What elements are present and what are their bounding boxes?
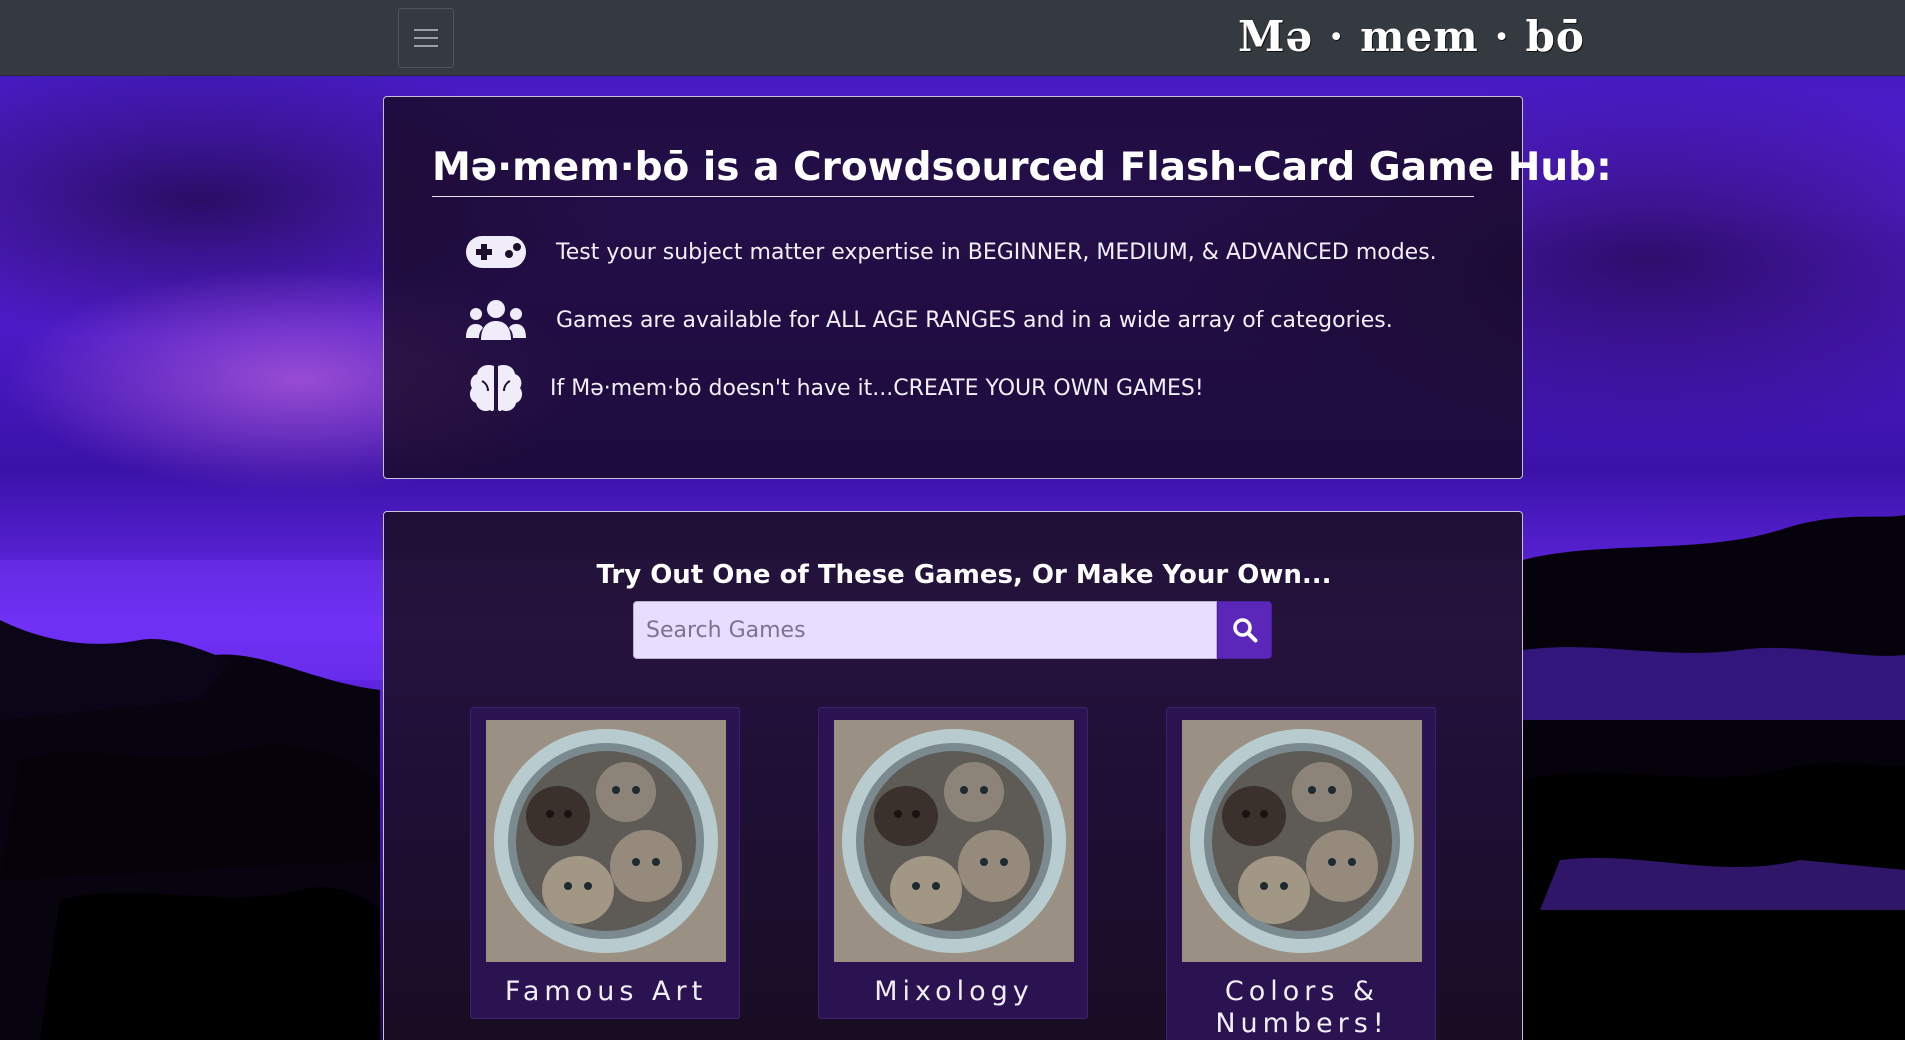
game-card-label: Famous Art — [504, 976, 708, 1007]
game-card-colors-numbers[interactable]: Colors & Numbers! — [1166, 707, 1436, 1040]
game-card-famous-art[interactable]: Famous Art — [470, 707, 740, 1019]
users-icon — [464, 295, 528, 345]
feature-text: Test your subject matter expertise in BE… — [556, 239, 1437, 265]
game-card-label: Mixology — [874, 976, 1034, 1007]
hamburger-menu-icon-bar — [414, 45, 438, 47]
gamepad-icon — [464, 227, 528, 277]
kittens-in-bucket-image — [486, 720, 726, 962]
games-card: Try Out One of These Games, Or Make Your… — [383, 511, 1523, 1040]
hamburger-menu-icon-bar — [414, 37, 438, 39]
feature-text: If Mə·mem·bō doesn't have it...CREATE YO… — [550, 375, 1204, 401]
brand-logo-link[interactable]: Mə · mem · bō — [1238, 12, 1584, 66]
feature-item-create: If Mə·mem·bō doesn't have it...CREATE YO… — [464, 363, 1204, 413]
feature-item-modes: Test your subject matter expertise in BE… — [464, 227, 1437, 277]
about-card: Mə·mem·bō is a Crowdsourced Flash-Card G… — [383, 96, 1612, 479]
hamburger-menu-button[interactable] — [398, 8, 454, 68]
brain-icon — [464, 363, 528, 413]
feature-text: Games are available for ALL AGE RANGES a… — [556, 307, 1393, 333]
game-card-label: Colors & Numbers! — [1215, 976, 1389, 1039]
search-icon — [1232, 618, 1257, 643]
games-heading: Try Out One of These Games, Or Make Your… — [596, 560, 1332, 590]
kittens-in-bucket-image — [1182, 720, 1422, 962]
about-title: Mə·mem·bō is a Crowdsourced Flash-Card G… — [432, 145, 1612, 197]
game-card-mixology[interactable]: Mixology — [818, 707, 1088, 1019]
kittens-in-bucket-image — [834, 720, 1074, 962]
hamburger-menu-icon-bar — [414, 29, 438, 31]
search-form — [633, 601, 1272, 659]
top-navbar: Mə · mem · bō — [0, 0, 1905, 76]
search-input[interactable] — [633, 601, 1217, 659]
feature-item-ages: Games are available for ALL AGE RANGES a… — [464, 295, 1393, 345]
search-button[interactable] — [1217, 601, 1272, 659]
